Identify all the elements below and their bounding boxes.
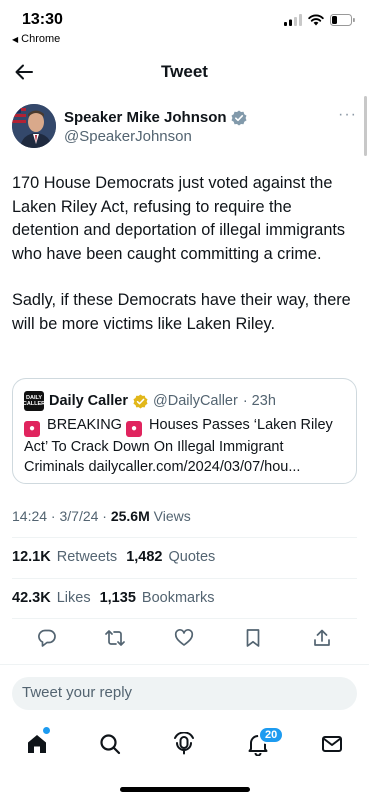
quote-time: · 23h [242, 393, 276, 409]
daily-caller-logo: DAILY CALLER [22, 391, 46, 411]
retweets-count: 12.1K [12, 549, 51, 565]
retweets-label: Retweets [56, 549, 118, 565]
quote-line: ● BREAKING ● Houses Passes ‘Laken Riley [24, 415, 349, 437]
page-title: Tweet [161, 62, 208, 81]
bottom-tab-bar: 20 [0, 722, 369, 766]
wifi-icon [308, 14, 324, 26]
quotes-count: 1,482 [126, 549, 163, 565]
more-options-icon[interactable]: ··· [338, 106, 357, 124]
siren-icon: ● [24, 421, 40, 437]
quote-line-2: Act’ To Crack Down On Illegal Immigrant [24, 439, 284, 455]
reply-icon [38, 629, 56, 647]
retweet-icon [105, 630, 125, 646]
status-bar: 13:30 ◀ Chrome [0, 0, 369, 50]
quote-text: ● BREAKING ● Houses Passes ‘Laken Riley … [24, 415, 349, 477]
likes-count: 42.3K [12, 590, 51, 606]
back-to-app[interactable]: ◀ Chrome [12, 33, 60, 45]
views-count: 25.6M [110, 508, 150, 524]
tab-messages[interactable] [316, 728, 348, 760]
home-indicator [120, 787, 250, 792]
top-nav: Tweet [0, 52, 369, 92]
bookmark-icon [246, 629, 260, 647]
bookmark-button[interactable] [238, 622, 268, 654]
tab-spaces[interactable] [168, 728, 200, 760]
likes-label: Likes [56, 590, 91, 606]
tweet-datetime: 14:24 · 3/7/24 · [12, 508, 111, 524]
tweet-actions [12, 622, 357, 656]
signal-icon [284, 14, 302, 26]
tab-search[interactable] [94, 728, 126, 760]
retweets-stat[interactable]: 12.1K Retweets [12, 549, 117, 565]
divider [12, 618, 357, 619]
author-name[interactable]: Speaker Mike Johnson [64, 109, 247, 126]
status-icons [284, 14, 355, 26]
avatar[interactable] [12, 104, 56, 148]
spaces-microphone-icon [174, 732, 194, 755]
quotes-label: Quotes [168, 549, 216, 565]
like-button[interactable] [169, 622, 199, 654]
likes-stat[interactable]: 42.3K Likes [12, 590, 91, 606]
retweet-button[interactable] [100, 622, 130, 654]
quote-tweet-card[interactable]: DAILY CALLER Daily Caller @DailyCaller · … [12, 378, 357, 484]
status-time: 13:30 [22, 11, 63, 28]
reply-box[interactable] [12, 677, 357, 710]
divider [12, 537, 357, 538]
home-unread-dot [43, 727, 50, 734]
back-triangle-icon: ◀ [12, 35, 19, 44]
share-icon [314, 629, 330, 646]
search-icon [100, 734, 121, 755]
quote-author-name: Daily Caller [49, 393, 128, 409]
home-icon [28, 735, 46, 753]
tweet-paragraph: Sadly, if these Democrats have their way… [12, 291, 351, 333]
quote-header: DAILY CALLER Daily Caller @DailyCaller · … [22, 391, 276, 411]
tweet-author: Speaker Mike Johnson @SpeakerJohnson ··· [12, 104, 357, 154]
heart-icon [174, 629, 194, 646]
retweet-quote-stats: 12.1K Retweets 1,482 Quotes [12, 549, 215, 565]
quote-line-1b: Houses Passes ‘Laken Riley [145, 417, 333, 433]
verified-badge-icon [133, 393, 148, 409]
divider [0, 664, 369, 665]
battery-icon [330, 14, 355, 26]
divider [12, 578, 357, 579]
notifications-badge: 20 [258, 726, 285, 744]
tweet-text: 170 House Democrats just voted against t… [12, 172, 360, 336]
quote-author-handle: @DailyCaller [153, 393, 238, 409]
quote-line-3: Criminals dailycaller.com/2024/03/07/hou… [24, 459, 301, 475]
reply-input[interactable] [22, 684, 342, 701]
tweet-paragraph: 170 House Democrats just voted against t… [12, 174, 346, 263]
back-app-label: Chrome [21, 33, 61, 45]
quote-line-1a: BREAKING [43, 417, 126, 433]
siren-icon: ● [126, 421, 142, 437]
bookmarks-label: Bookmarks [141, 590, 215, 606]
scrollbar[interactable] [364, 96, 367, 156]
author-handle[interactable]: @SpeakerJohnson [64, 128, 192, 145]
bookmarks-stat[interactable]: 1,135 Bookmarks [100, 590, 215, 606]
mail-icon [322, 736, 342, 752]
tweet-meta: 14:24 · 3/7/24 · 25.6M Views [12, 508, 191, 524]
share-button[interactable] [307, 622, 337, 654]
verified-badge-icon [231, 110, 247, 125]
views-label: Views [149, 508, 191, 524]
avatar-image [12, 104, 56, 148]
bookmarks-count: 1,135 [99, 590, 136, 606]
likes-bookmarks-stats: 42.3K Likes 1,135 Bookmarks [12, 590, 214, 606]
quotes-stat[interactable]: 1,482 Quotes [126, 549, 215, 565]
logo-line-2: CALLER [22, 401, 46, 407]
author-name-text: Speaker Mike Johnson [64, 109, 227, 126]
reply-button[interactable] [32, 622, 62, 654]
